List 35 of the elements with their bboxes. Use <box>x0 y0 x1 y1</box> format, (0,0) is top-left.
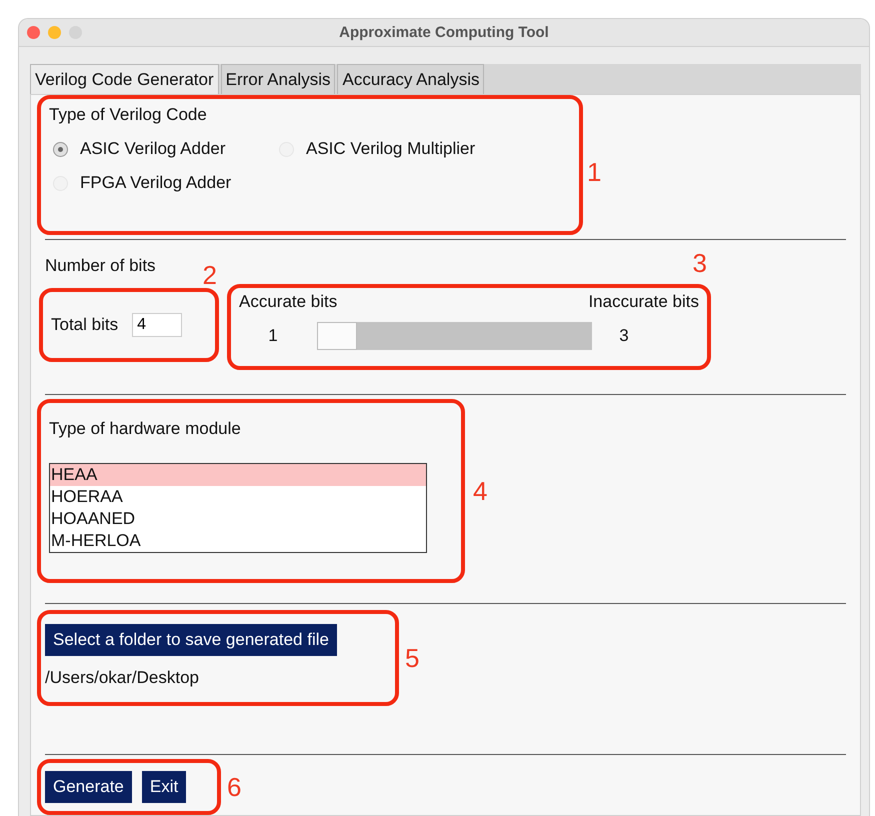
annotation-number: 3 <box>692 250 707 276</box>
minimize-icon[interactable] <box>48 26 61 39</box>
folder-path: /Users/okar/Desktop <box>45 668 200 688</box>
field-label: Total bits <box>51 315 118 335</box>
annotation-number: 1 <box>587 159 602 185</box>
section-label: Type of Verilog Code <box>49 105 207 125</box>
list-item[interactable]: M-HERLOA <box>50 530 426 552</box>
list-item[interactable]: HEAA <box>50 464 426 486</box>
action-button[interactable]: Exit <box>142 771 186 803</box>
slider-thumb[interactable] <box>317 322 357 350</box>
tab[interactable]: Error Analysis <box>220 64 336 94</box>
annotation-number: 5 <box>405 645 420 671</box>
select-folder-button[interactable]: Select a folder to save generated file <box>45 624 337 656</box>
annotation-number: 4 <box>473 478 488 504</box>
action-button[interactable]: Generate <box>45 771 132 803</box>
section-label: Type of hardware module <box>49 419 241 439</box>
slider-track[interactable] <box>317 322 592 350</box>
radio-label[interactable]: ASIC Verilog Multiplier <box>306 139 476 159</box>
slider-label: Accurate bits <box>239 292 338 312</box>
list-item[interactable]: HOAANED <box>50 508 426 530</box>
radio-button[interactable] <box>53 142 68 156</box>
tab[interactable]: Verilog Code Generator <box>30 64 219 94</box>
tab[interactable]: Accuracy Analysis <box>337 64 484 94</box>
list-item[interactable]: HOERAA <box>50 486 426 508</box>
window-title: Approximate Computing Tool <box>339 24 549 41</box>
annotation-number: 2 <box>202 262 217 288</box>
slider-value: 1 <box>267 326 279 346</box>
annotation-number: 6 <box>227 774 242 800</box>
radio-label[interactable]: FPGA Verilog Adder <box>80 173 232 193</box>
slider-label: Inaccurate bits <box>588 292 699 312</box>
input-field[interactable]: 4 <box>132 313 182 337</box>
slider-value: 3 <box>618 326 630 346</box>
section-label: Number of bits <box>45 256 156 276</box>
close-icon[interactable] <box>27 26 40 39</box>
radio-label[interactable]: ASIC Verilog Adder <box>80 139 226 159</box>
